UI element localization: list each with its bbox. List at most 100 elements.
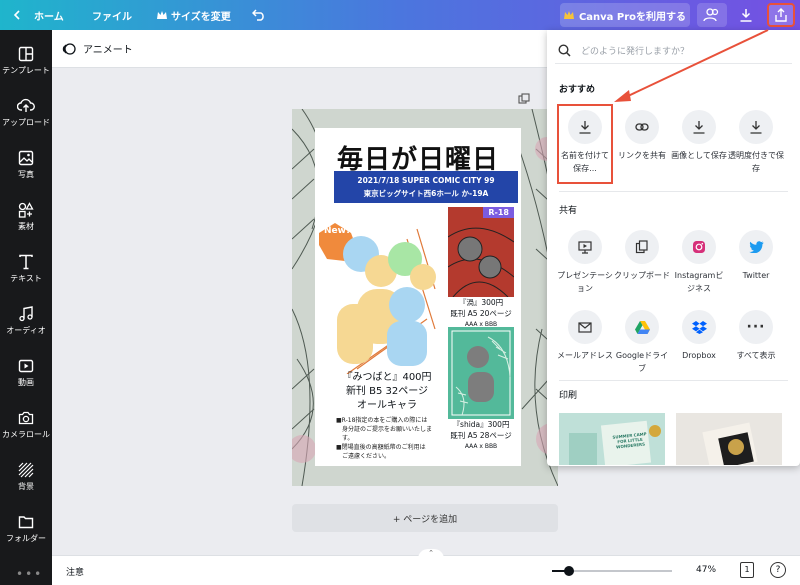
option-label: クリップボード <box>614 271 670 280</box>
print-product-card-2[interactable] <box>676 413 782 465</box>
share-link-option[interactable]: リンクを共有 <box>614 106 670 188</box>
sidebar-item-label: 写真 <box>18 170 34 179</box>
sidebar-item-camera-roll[interactable]: カメラロール <box>0 406 52 454</box>
photo-icon <box>18 150 34 166</box>
home-button[interactable]: ホーム <box>12 0 64 30</box>
page-count-button[interactable]: 1 <box>740 562 754 578</box>
see-all-option[interactable]: ··· すべて表示 <box>728 306 784 388</box>
more-dots-icon[interactable]: ••• <box>16 567 43 581</box>
sidebar-item-label: カメラロール <box>2 430 50 439</box>
download-icon <box>739 110 773 144</box>
home-label: ホーム <box>34 11 64 23</box>
main-book-sub: 新刊 B5 32ページ <box>345 386 429 397</box>
main-book-desc: オールキャラ <box>357 400 417 411</box>
event-line-1: 2021/7/18 SUPER COMIC CITY 99 <box>357 176 495 185</box>
option-label: Googleドライブ <box>615 351 669 373</box>
zoom-level[interactable]: 47% <box>696 565 716 575</box>
sidebar-item-upload[interactable]: アップロード <box>0 94 52 142</box>
save-as-option[interactable]: 名前を付けて保存... <box>557 104 613 184</box>
presentation-icon <box>568 230 602 264</box>
zoom-slider[interactable] <box>552 566 672 576</box>
sidebar-item-template[interactable]: テンプレート <box>0 42 52 90</box>
more-icon: ··· <box>739 310 773 344</box>
option-label: リンクを共有 <box>618 151 666 160</box>
search-icon <box>558 44 571 57</box>
sidebar-item-label: 素材 <box>18 222 34 231</box>
sidebar-item-text[interactable]: テキスト <box>0 250 52 298</box>
canva-pro-label: Canva Proを利用する <box>578 11 687 23</box>
book2-title: 『shida』300円 <box>452 420 510 429</box>
sidebar-item-folder[interactable]: フォルダー <box>0 510 52 558</box>
link-icon <box>625 110 659 144</box>
presentation-option[interactable]: プレゼンテーション <box>557 226 613 308</box>
sidebar-item-label: アップロード <box>2 118 50 127</box>
clipboard-option[interactable]: クリップボード <box>614 226 670 308</box>
animate-icon <box>62 42 76 55</box>
sidebar-item-label: オーディオ <box>6 326 46 335</box>
add-page-button[interactable]: + ページを追加 <box>292 504 558 532</box>
left-sidebar: テンプレート アップロード 写真 素材 テキスト オーディオ 動画 カメラロール… <box>0 30 52 585</box>
canva-pro-button[interactable]: Canva Proを利用する <box>560 3 690 27</box>
undo-button[interactable] <box>252 0 266 30</box>
folder-icon <box>18 516 34 529</box>
google-drive-option[interactable]: Googleドライブ <box>614 306 670 388</box>
notes-button[interactable]: 注意 <box>66 565 84 578</box>
elements-icon <box>18 202 34 218</box>
context-toolbar: アニメート <box>52 30 548 68</box>
option-label: Twitter <box>742 271 770 280</box>
event-banner: 2021/7/18 SUPER COMIC CITY 99 東京ビッグサイト西6… <box>334 171 518 203</box>
option-label: 名前を付けて保存... <box>561 151 609 173</box>
share-panel: どのように発行しますか？ おすすめ 名前を付けて保存... リンクを共有 画像と… <box>547 30 800 466</box>
email-option[interactable]: メールアドレス <box>557 306 613 388</box>
camera-icon <box>18 411 34 425</box>
duplicate-page-icon[interactable] <box>518 90 530 109</box>
note-1: ■R-18指定の本をご購入の際には <box>336 417 428 424</box>
sidebar-item-label: テンプレート <box>2 66 50 75</box>
option-label: すべて表示 <box>736 351 776 360</box>
resize-label: サイズを変更 <box>171 11 231 23</box>
file-menu[interactable]: ファイル <box>92 0 132 30</box>
twitter-option[interactable]: Twitter <box>728 226 784 308</box>
top-toolbar: ホーム ファイル サイズを変更 Canva Proを利用する <box>0 0 800 30</box>
book1-title: 『渦』300円 <box>458 298 504 307</box>
dropbox-option[interactable]: Dropbox <box>671 306 727 388</box>
sidebar-item-photo[interactable]: 写真 <box>0 146 52 194</box>
users-icon <box>703 8 719 22</box>
undo-icon <box>252 9 264 21</box>
share-title: 共有 <box>559 206 578 216</box>
email-icon <box>568 310 602 344</box>
sidebar-item-audio[interactable]: オーディオ <box>0 302 52 350</box>
sidebar-item-video[interactable]: 動画 <box>0 354 52 402</box>
text-icon <box>19 254 33 270</box>
divider <box>559 380 788 381</box>
share-button[interactable] <box>767 3 795 27</box>
r18-badge: R-18 <box>483 207 514 218</box>
print-title: 印刷 <box>559 391 578 401</box>
main-book-info: 『みつばと』400円 新刊 B5 32ページ オールキャラ <box>332 371 442 413</box>
help-button[interactable]: ? <box>770 562 786 578</box>
sidebar-item-label: 背景 <box>18 482 34 491</box>
save-as-image-option[interactable]: 画像として保存 <box>671 106 727 188</box>
design-page[interactable]: 毎日が日曜日 2021/7/18 SUPER COMIC CITY 99 東京ビ… <box>292 109 558 486</box>
main-book-title: 『みつばと』400円 <box>342 372 432 383</box>
sidebar-item-background[interactable]: 背景 <box>0 458 52 506</box>
option-label: プレゼンテーション <box>557 271 613 293</box>
note-2: ■閉場直後の高額紙幣のご利用は <box>336 444 426 451</box>
divider <box>559 191 788 192</box>
notes-block: ■R-18指定の本をご購入の際には 身分証のご提示をお願いいたします。 ■閉場直… <box>336 416 441 461</box>
sidebar-item-elements[interactable]: 素材 <box>0 198 52 246</box>
animate-button[interactable]: アニメート <box>62 41 133 56</box>
option-label: 画像として保存 <box>671 151 727 160</box>
instagram-option[interactable]: Instagramビジネス <box>671 226 727 308</box>
download-button[interactable] <box>737 0 755 30</box>
share-people-button[interactable] <box>697 3 727 27</box>
save-transparent-option[interactable]: 透明度付きで保存 <box>728 106 784 188</box>
share-search[interactable]: どのように発行しますか？ <box>555 38 792 64</box>
resize-button[interactable]: サイズを変更 <box>157 0 231 30</box>
instagram-icon <box>682 230 716 264</box>
zoom-slider-handle[interactable] <box>564 566 574 576</box>
download-icon <box>740 9 752 22</box>
expand-pages-icon[interactable]: ⌃ <box>418 549 444 559</box>
video-icon <box>18 359 34 373</box>
print-product-card-1[interactable]: SUMMER CAMP FOR LITTLE WONDERERS <box>559 413 665 465</box>
